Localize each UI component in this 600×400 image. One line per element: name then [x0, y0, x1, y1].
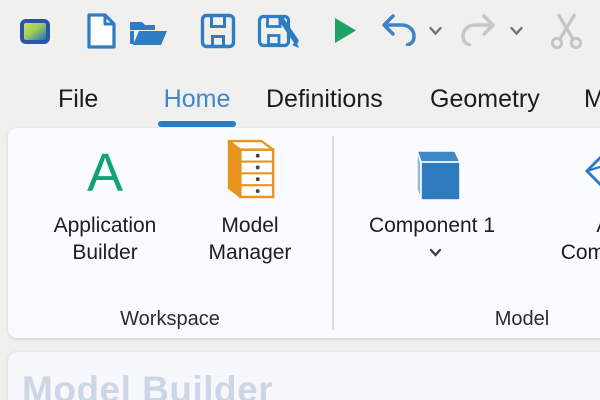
redo-dropdown-button[interactable] [509, 26, 524, 36]
ribbon-panel: A Application Builder Model [8, 128, 600, 338]
model-manager-label: Model Manager [200, 212, 300, 266]
undo-button[interactable] [381, 14, 416, 46]
save-button[interactable] [200, 13, 236, 49]
model-builder-title: Model Builder [22, 369, 273, 400]
run-button[interactable] [333, 17, 357, 44]
tab-home[interactable]: Home [158, 82, 236, 116]
letter-a-glyph: A [87, 144, 123, 202]
model-builder-panel: Model Builder [8, 352, 600, 400]
tab-materials[interactable]: Materials [584, 82, 600, 116]
undo-dropdown-button[interactable] [428, 26, 443, 36]
open-button[interactable] [128, 15, 169, 48]
new-file-icon [84, 12, 117, 50]
component-1-button[interactable]: Component 1 [368, 132, 496, 266]
add-component-button[interactable]: Add Component [555, 132, 600, 266]
redo-icon [461, 14, 496, 46]
redo-button[interactable] [461, 14, 496, 46]
open-icon [128, 15, 169, 48]
group-label-workspace: Workspace [8, 306, 332, 332]
ribbon-tab-bar: File Home Definitions Geometry Materials [0, 82, 600, 128]
app-button[interactable] [20, 18, 50, 45]
chevron-down-icon [509, 26, 524, 36]
cut-button[interactable] [550, 12, 583, 50]
tab-definitions[interactable]: Definitions [266, 82, 383, 116]
comsol-window: File Home Definitions Geometry Materials… [0, 0, 600, 400]
chevron-down-icon [428, 26, 443, 36]
application-builder-button[interactable]: A Application Builder [30, 132, 180, 266]
model-manager-icon [223, 132, 277, 202]
undo-icon [381, 14, 416, 46]
save-as-button[interactable] [257, 12, 300, 51]
application-builder-icon: A [87, 132, 123, 202]
quick-access-toolbar [0, 0, 600, 64]
group-label-model: Model [334, 306, 600, 332]
tab-geometry[interactable]: Geometry [430, 82, 540, 116]
cut-icon [550, 12, 583, 50]
save-icon [200, 13, 236, 49]
new-file-button[interactable] [84, 12, 117, 50]
app-icon [20, 18, 50, 45]
tab-file[interactable]: File [58, 82, 98, 116]
component-cube-icon [403, 132, 461, 202]
run-icon [333, 17, 357, 44]
add-component-label: Add Component [555, 212, 600, 266]
tab-home-label: Home [164, 85, 231, 113]
group-separator [332, 136, 334, 330]
active-tab-underline [158, 121, 236, 127]
save-as-icon [257, 12, 300, 51]
component-1-label: Component 1 [368, 212, 496, 266]
application-builder-label: Application Builder [30, 212, 180, 266]
add-component-icon [584, 132, 600, 202]
chevron-down-icon [429, 248, 442, 257]
model-manager-button[interactable]: Model Manager [200, 132, 300, 266]
